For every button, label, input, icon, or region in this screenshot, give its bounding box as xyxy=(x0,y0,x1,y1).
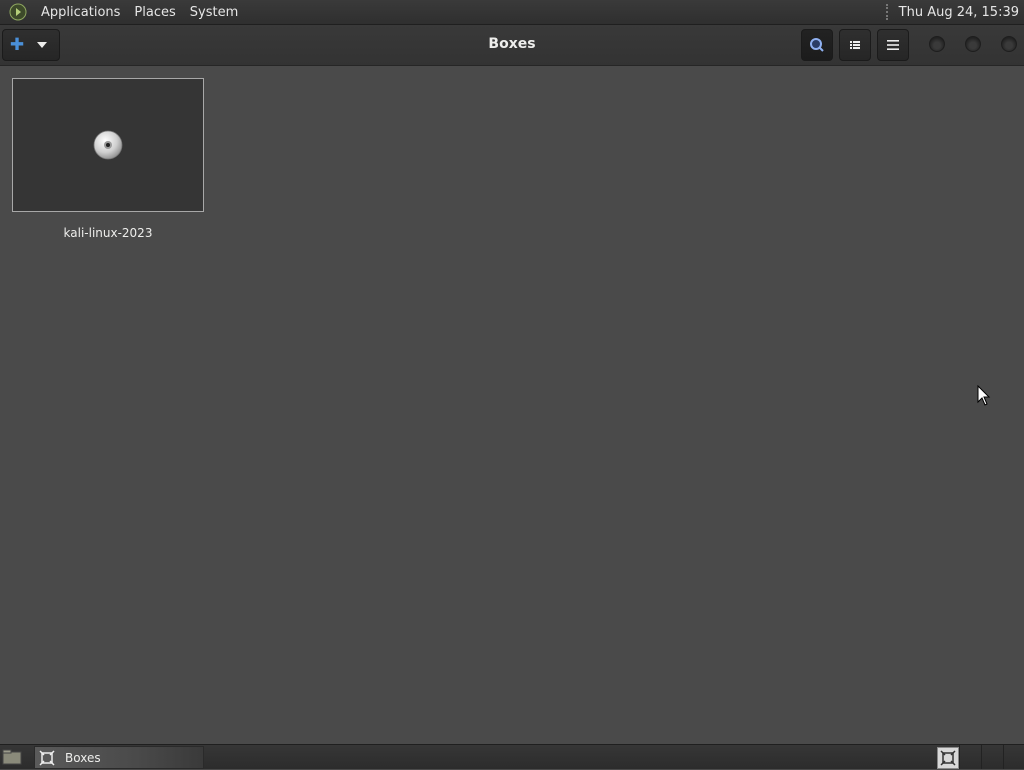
workspace-switcher-1[interactable] xyxy=(937,747,959,769)
header-bar: ✚ Boxes xyxy=(0,25,1024,66)
box-item[interactable]: kali-linux-2023 xyxy=(12,78,204,240)
hamburger-menu-icon xyxy=(887,40,899,50)
taskbar-item-boxes[interactable]: Boxes xyxy=(34,746,204,769)
show-desktop-icon[interactable] xyxy=(2,748,22,766)
panel-grip[interactable] xyxy=(885,4,891,20)
close-button[interactable] xyxy=(1001,36,1017,52)
box-name: kali-linux-2023 xyxy=(63,226,153,240)
taskbar-item-label: Boxes xyxy=(65,750,101,765)
main-menu-button[interactable] xyxy=(877,29,909,61)
workspace-switcher-4[interactable] xyxy=(1003,745,1024,769)
menu-applications[interactable]: Applications xyxy=(34,5,127,20)
clock[interactable]: Thu Aug 24, 15:39 xyxy=(899,5,1019,20)
maximize-button[interactable] xyxy=(965,36,981,52)
distro-logo-icon[interactable] xyxy=(8,2,28,22)
cd-disc-icon xyxy=(93,130,123,160)
boxes-app-icon xyxy=(940,750,956,766)
boxes-app-icon xyxy=(39,749,57,766)
box-thumbnail[interactable] xyxy=(12,78,204,212)
bottom-panel: Boxes xyxy=(0,744,1024,769)
workspace-switcher-2[interactable] xyxy=(959,745,982,769)
search-icon xyxy=(810,38,824,52)
boxes-grid: kali-linux-2023 xyxy=(0,66,1024,743)
menu-places[interactable]: Places xyxy=(127,5,182,20)
mouse-pointer-icon xyxy=(977,384,991,411)
view-mode-button[interactable] xyxy=(839,29,871,61)
menu-system[interactable]: System xyxy=(183,5,245,20)
top-panel: Applications Places System Thu Aug 24, 1… xyxy=(0,0,1024,25)
list-view-icon xyxy=(850,41,860,49)
search-button[interactable] xyxy=(801,29,833,61)
workspace-switcher-3[interactable] xyxy=(981,745,1004,769)
minimize-button[interactable] xyxy=(929,36,945,52)
